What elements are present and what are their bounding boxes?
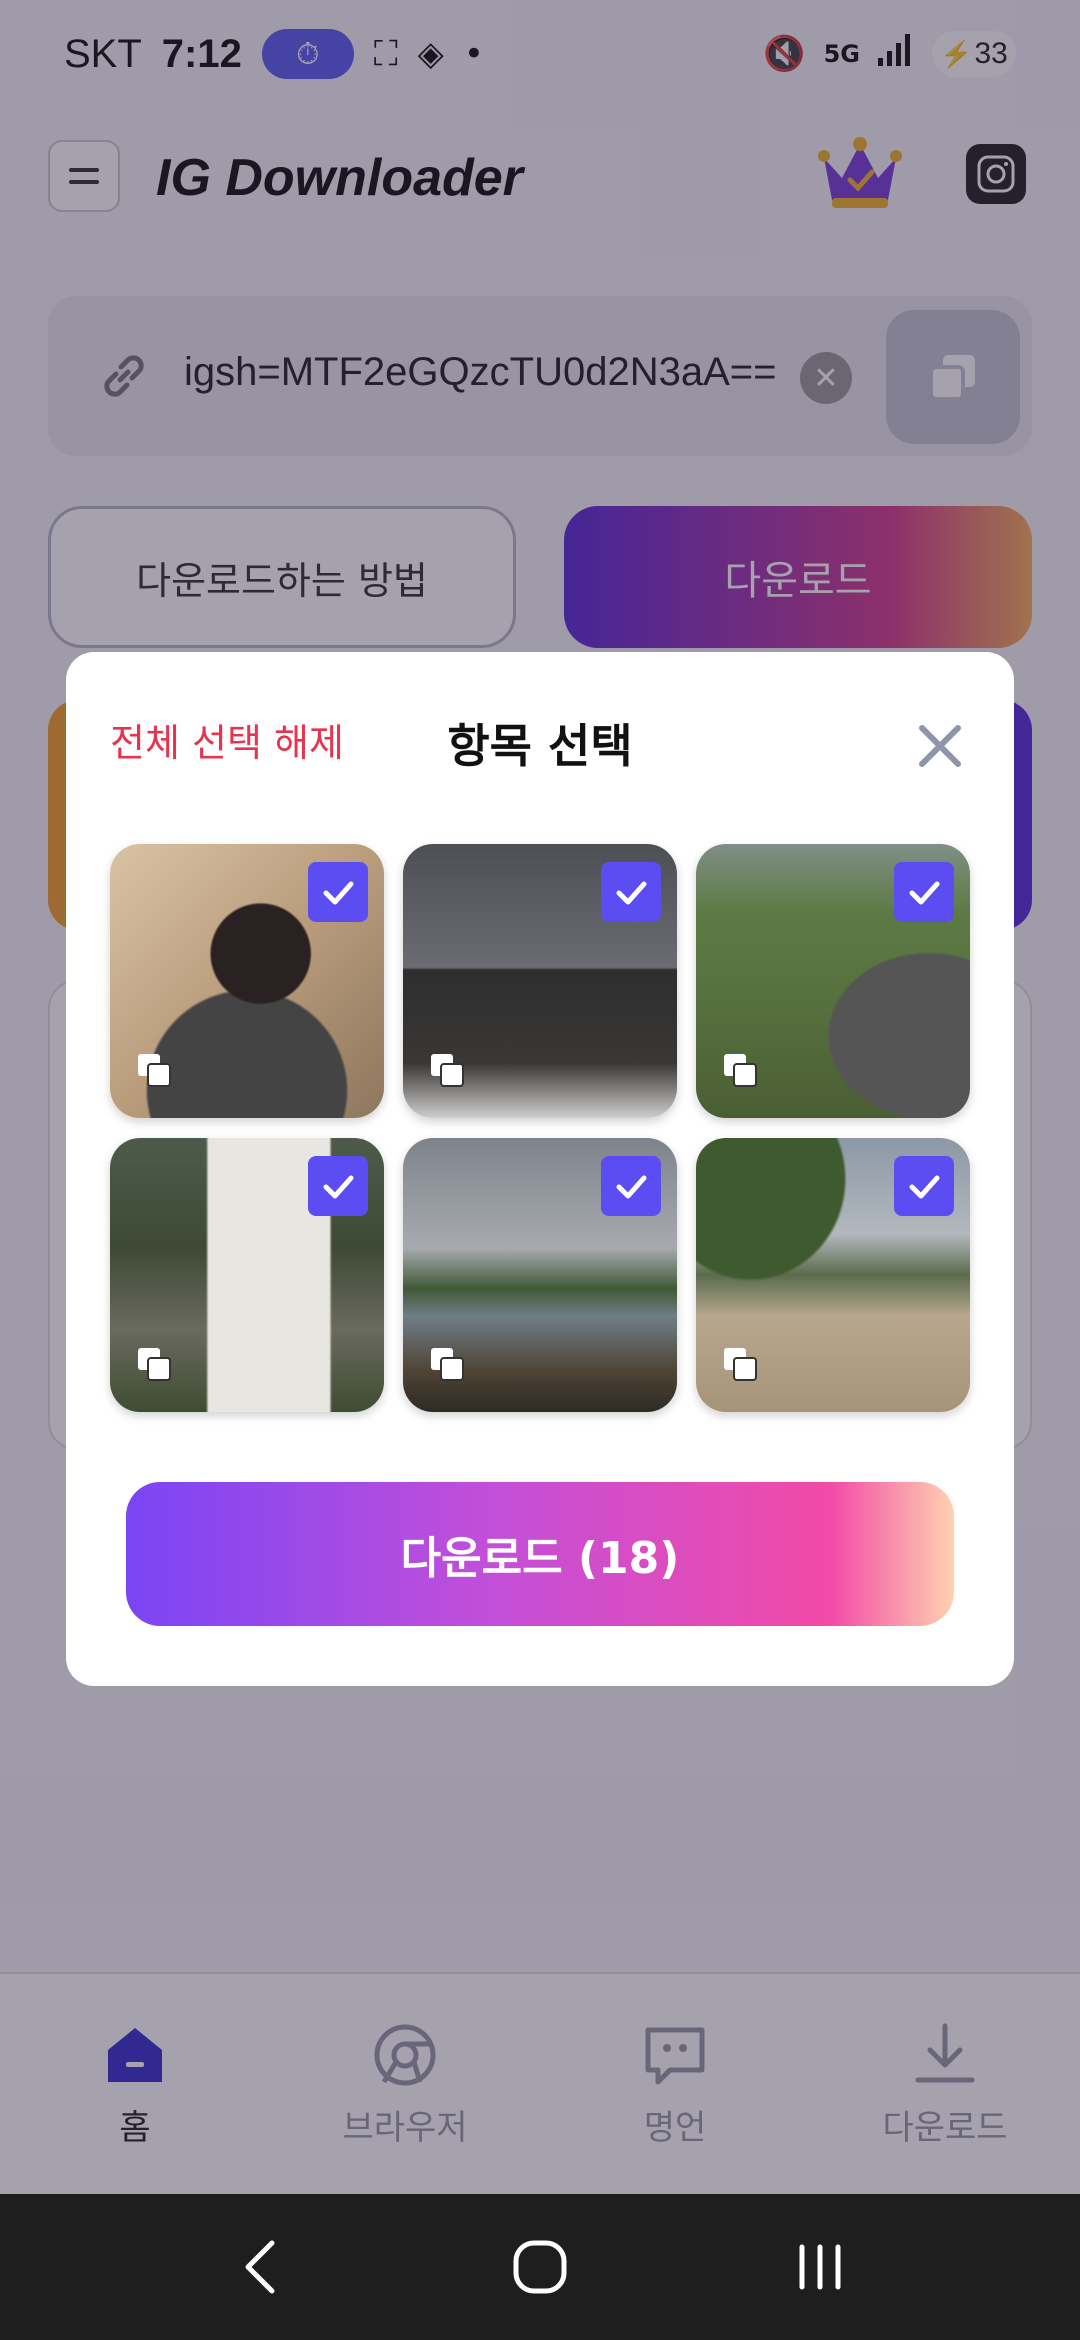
checkmark-icon [616,881,647,905]
selected-checkbox[interactable] [601,862,661,922]
multi-media-icon [724,1348,757,1381]
media-item[interactable] [110,1138,384,1412]
media-item[interactable] [403,1138,677,1412]
media-item[interactable] [696,844,970,1118]
multi-media-icon [724,1054,757,1087]
media-item[interactable] [403,844,677,1118]
system-nav-bar [0,2194,1080,2340]
multi-media-icon [431,1348,464,1381]
multi-media-icon [138,1348,171,1381]
checkmark-icon [616,1175,647,1199]
media-item[interactable] [696,1138,970,1412]
selected-checkbox[interactable] [601,1156,661,1216]
checkmark-icon [909,1175,940,1199]
back-icon [245,2240,275,2294]
recents-icon [799,2244,841,2290]
media-grid [110,844,970,1412]
home-circle-icon [513,2240,567,2294]
home-button[interactable] [500,2227,580,2307]
multi-media-icon [138,1054,171,1087]
dialog-title: 항목 선택 [447,719,633,773]
download-selected-button[interactable]: 다운로드 (18) [126,1482,954,1626]
checkmark-icon [323,1175,354,1199]
back-button[interactable] [220,2227,300,2307]
selected-checkbox[interactable] [308,1156,368,1216]
close-icon[interactable] [912,718,968,774]
selected-checkbox[interactable] [308,862,368,922]
selected-checkbox[interactable] [894,862,954,922]
checkmark-icon [909,881,940,905]
select-items-dialog: 전체 선택 해제 항목 선택 다운로드 (18) [66,652,1014,1686]
media-item[interactable] [110,844,384,1118]
multi-media-icon [431,1054,464,1087]
recents-button[interactable] [780,2227,860,2307]
checkmark-icon [323,881,354,905]
selected-checkbox[interactable] [894,1156,954,1216]
